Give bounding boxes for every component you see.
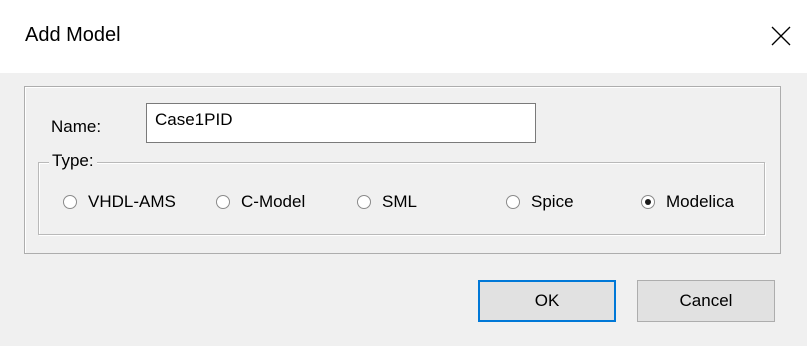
cancel-button[interactable]: Cancel [637,280,775,322]
name-input[interactable] [146,103,536,143]
dialog-title: Add Model [25,24,121,46]
radio-sml[interactable]: SML [357,192,417,212]
ok-button[interactable]: OK [478,280,616,322]
name-label: Name: [51,117,102,136]
radio-button-icon [357,195,371,209]
close-button[interactable] [761,16,801,56]
radio-dot [645,199,651,205]
radio-button-icon [506,195,520,209]
radio-button-icon [216,195,230,209]
radio-spice[interactable]: Spice [506,192,574,212]
radio-label: Modelica [666,192,735,211]
radio-label: C-Model [241,192,306,211]
title-bar: Add Model [0,0,807,73]
type-groupbox-label: Type: [49,151,97,171]
radio-label: Spice [531,192,574,211]
radio-c-model[interactable]: C-Model [216,192,305,212]
radio-label: VHDL-AMS [88,192,176,211]
radio-button-icon [63,195,77,209]
radio-vhdl-ams[interactable]: VHDL-AMS [63,192,176,212]
radio-button-selected-icon [641,195,655,209]
radio-modelica[interactable]: Modelica [641,192,734,212]
radio-label: SML [382,192,417,211]
close-icon [771,26,791,46]
